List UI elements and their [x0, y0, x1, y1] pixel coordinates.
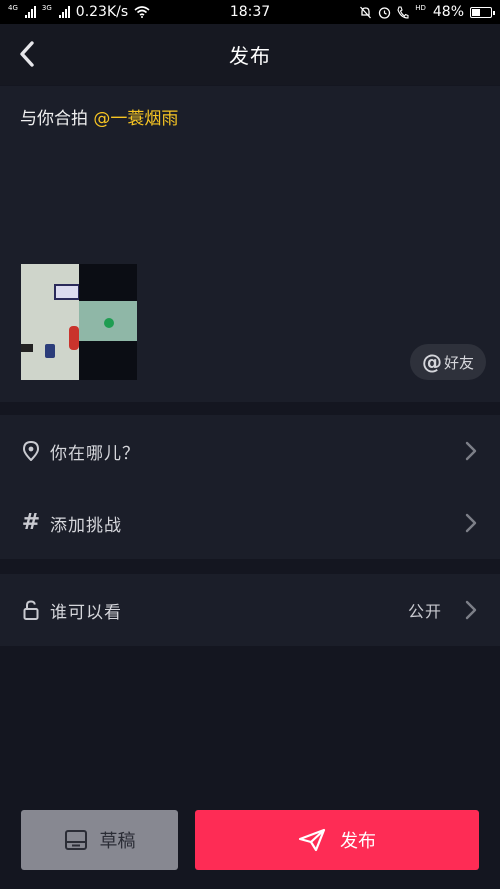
save-draft-label: 草稿 [99, 831, 136, 852]
save-draft-button[interactable]: 草稿 [21, 810, 178, 870]
caption-prefix: 与你合拍 [20, 109, 94, 129]
mute-bell-icon [360, 6, 372, 18]
thumbnail-object [21, 344, 33, 352]
send-icon [298, 828, 326, 852]
publish-label: 发布 [340, 831, 376, 852]
network-tag-4g: 4G [8, 3, 18, 12]
signal-icon-2 [58, 6, 70, 18]
mention-friend-button[interactable]: @ 好友 [410, 344, 486, 380]
publish-page: 4G 3G 0.23K/s 18:37 HD 48% 发布 与你合拍 @一蓑烟雨… [0, 0, 500, 889]
location-label: 你在哪儿？ [50, 443, 140, 464]
thumbnail-object [45, 344, 55, 358]
challenge-row[interactable]: # 添加挑战 [0, 487, 500, 559]
wifi-icon [134, 6, 150, 18]
network-tag-3g: 3G [41, 3, 52, 12]
visibility-row[interactable]: 谁可以看 公开 [0, 574, 500, 646]
location-pin-icon [20, 440, 42, 462]
chevron-right-icon [465, 600, 477, 620]
at-icon: @ [421, 350, 442, 374]
status-left: 4G 3G 0.23K/s [8, 4, 150, 20]
battery-percent: 48% [432, 4, 464, 20]
status-right: HD 48% [359, 3, 495, 20]
chevron-right-icon [465, 513, 477, 533]
signal-icon [24, 6, 36, 18]
thumbnail-object [54, 284, 79, 300]
publish-button[interactable]: 发布 [195, 810, 479, 870]
thumbnail-object [69, 326, 79, 350]
volte-call-icon [397, 5, 409, 19]
caption-text[interactable]: 与你合拍 @一蓑烟雨 [20, 104, 178, 129]
location-row[interactable]: 你在哪儿？ [0, 415, 500, 487]
battery-level [472, 8, 480, 16]
thumbnail-right-frame [79, 264, 137, 380]
header: 发布 [0, 24, 500, 85]
hashtag-icon: # [21, 510, 41, 535]
network-speed: 0.23K/s [75, 4, 129, 20]
unlock-icon [20, 599, 42, 621]
thumbnail-object [104, 318, 114, 328]
visibility-label: 谁可以看 [50, 602, 122, 623]
page-title: 发布 [229, 44, 271, 68]
caption-mention[interactable]: @一蓑烟雨 [93, 109, 178, 129]
chevron-right-icon [465, 441, 477, 461]
mention-friend-label: 好友 [443, 353, 474, 372]
thumbnail-left-frame [21, 264, 79, 380]
visibility-value: 公开 [407, 602, 442, 621]
battery-icon [470, 6, 495, 18]
video-thumbnail[interactable] [21, 264, 137, 380]
chevron-left-icon[interactable] [14, 38, 42, 70]
status-bar: 4G 3G 0.23K/s 18:37 HD 48% [0, 0, 500, 24]
hd-tag: HD [415, 3, 426, 12]
draft-box-icon [64, 830, 87, 850]
alarm-icon [379, 6, 391, 19]
challenge-label: 添加挑战 [50, 515, 122, 536]
